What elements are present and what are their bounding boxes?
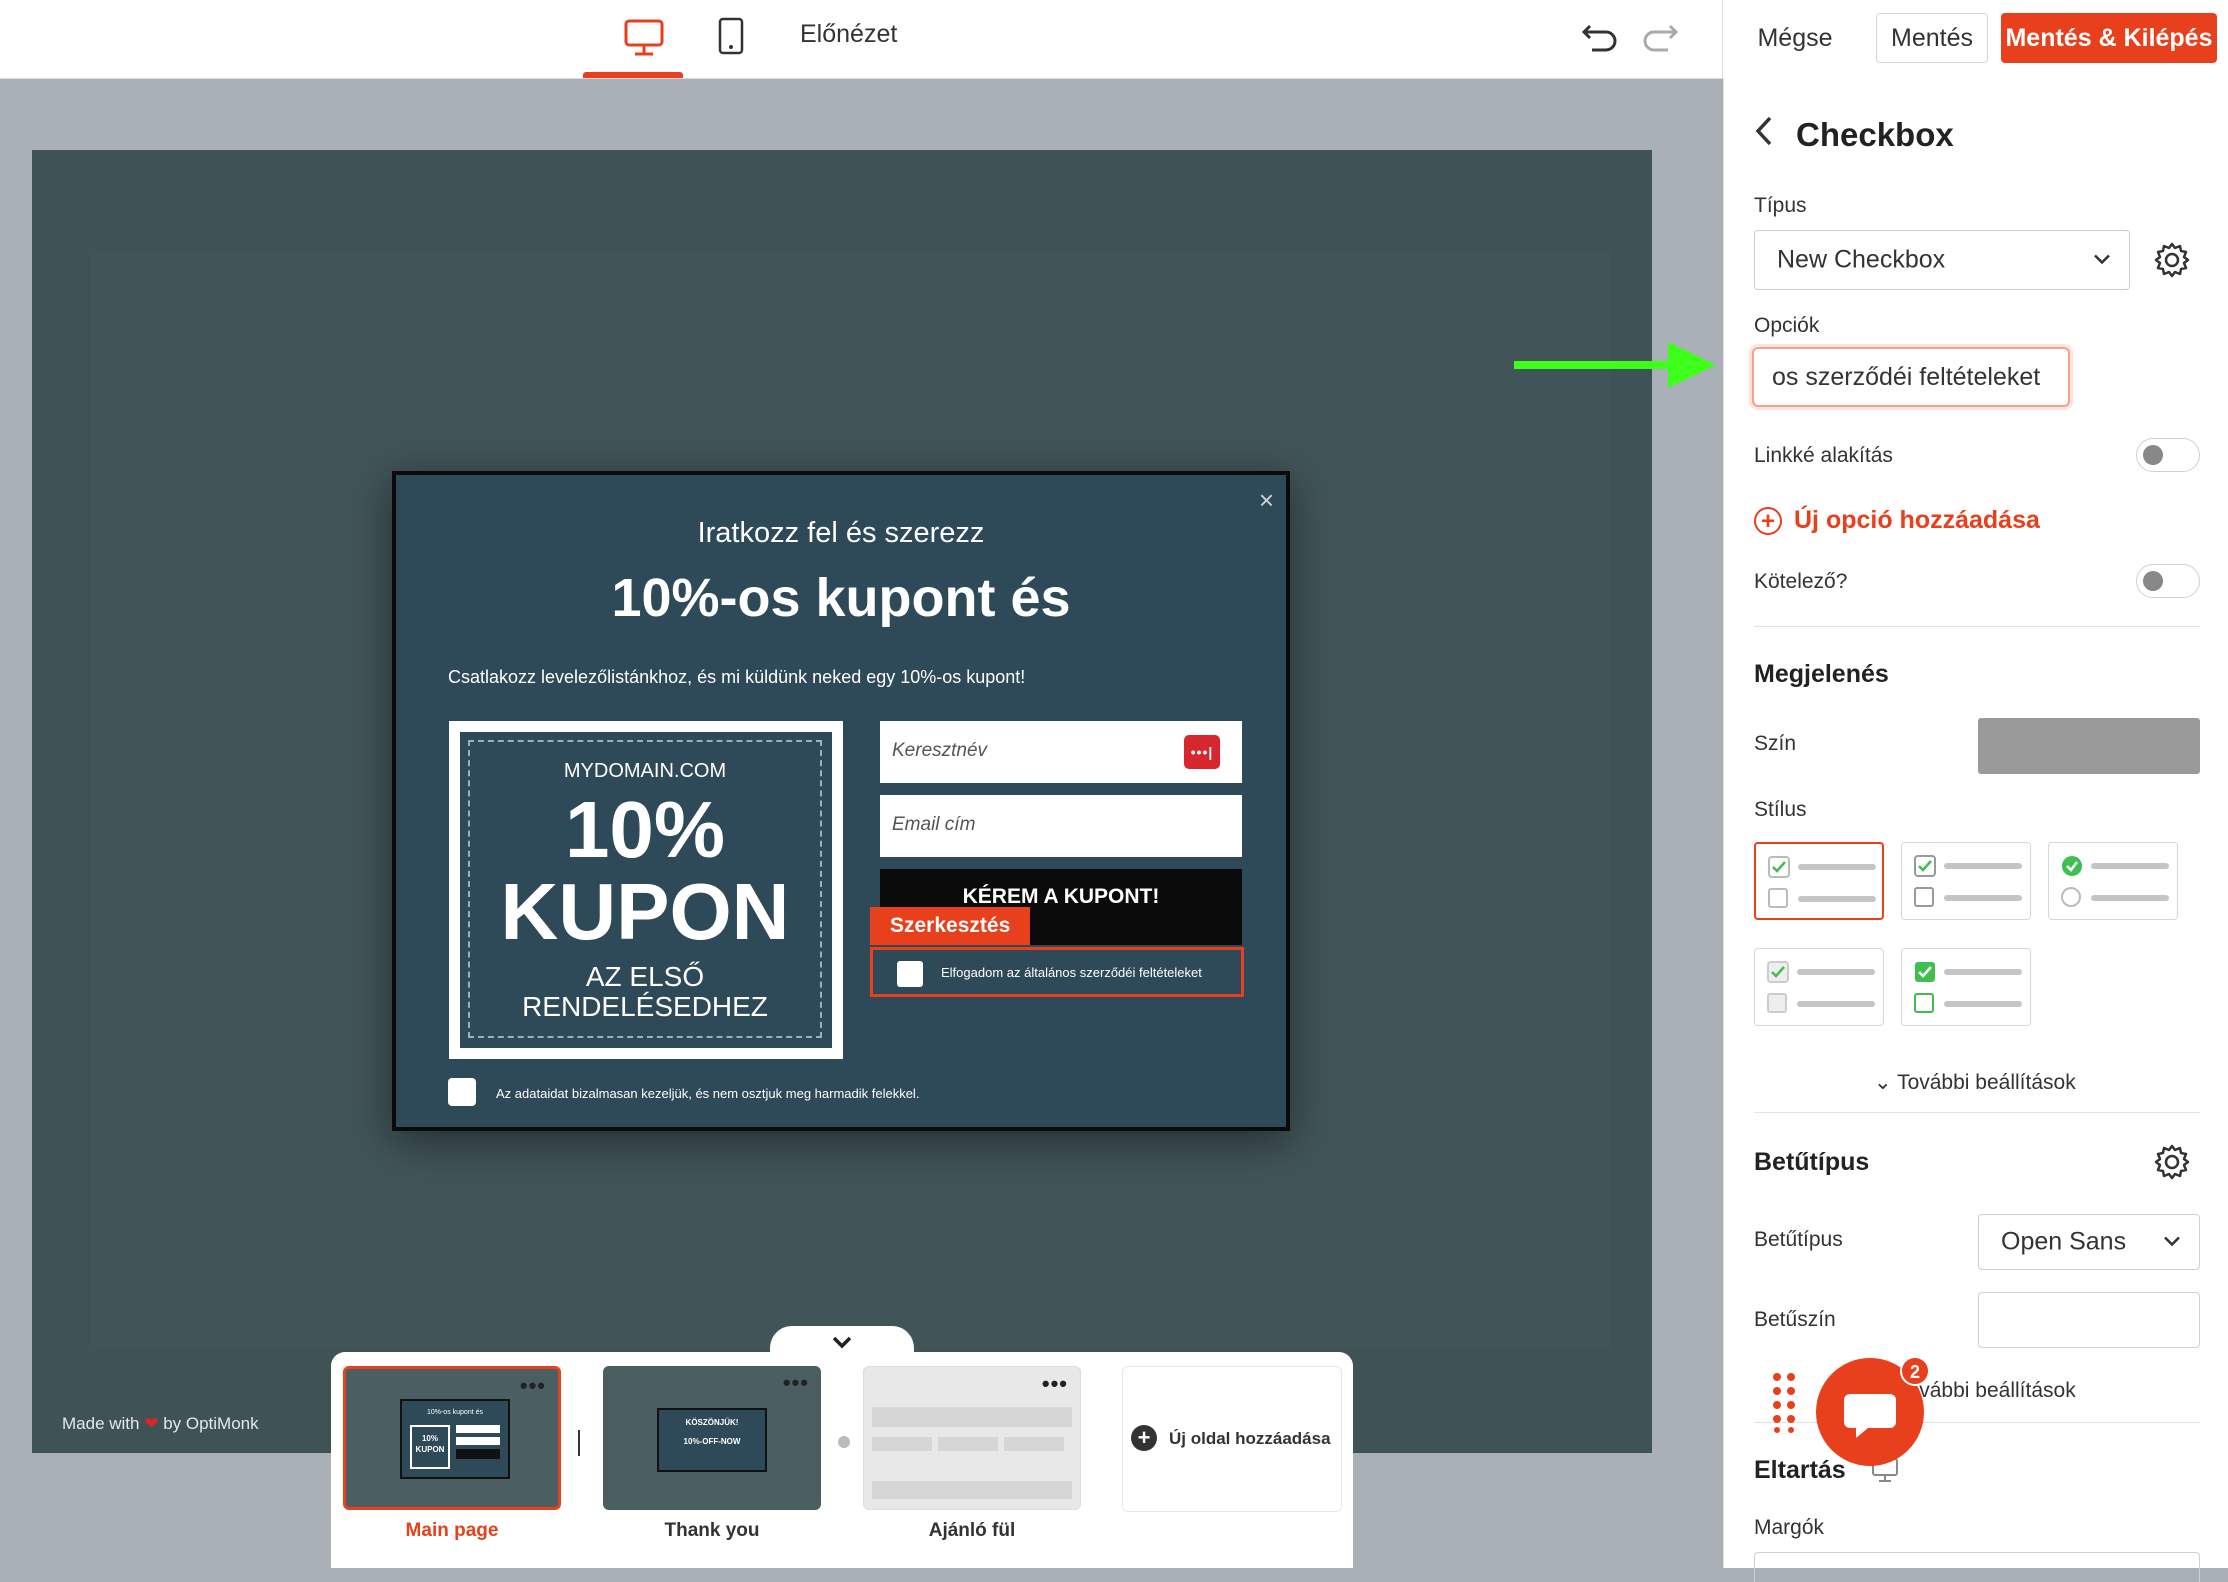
save-exit-button[interactable]: Mentés & Kilépés bbox=[2001, 13, 2217, 63]
checkbox-style-5[interactable] bbox=[1901, 948, 2031, 1026]
active-device-indicator bbox=[583, 72, 683, 78]
popup-description: Csatlakozz levelezőlistánkhoz, és mi kül… bbox=[448, 667, 1026, 687]
plus-circle-icon: + bbox=[1754, 507, 1782, 536]
page-separator bbox=[578, 1430, 580, 1456]
properties-panel: Checkbox Típus New Checkbox Opciók os sz… bbox=[1723, 78, 2228, 1582]
option-input[interactable]: os szerződéi feltételeket bbox=[1752, 347, 2070, 407]
thumb-popup-preview: 10%-os kupont és 10% KUPON bbox=[400, 1399, 510, 1479]
page-label-ajanlo[interactable]: Ajánló fül bbox=[863, 1520, 1081, 1542]
add-page-button[interactable]: + Új oldal hozzáadása bbox=[1122, 1366, 1342, 1512]
first-name-field[interactable]: Keresztnév •••| bbox=[880, 721, 1242, 783]
checked-box-icon bbox=[1768, 856, 1790, 878]
checked-box-icon bbox=[1914, 855, 1936, 877]
save-button[interactable]: Mentés bbox=[1876, 13, 1988, 63]
edit-badge[interactable]: Szerkesztés bbox=[870, 907, 1031, 945]
back-chevron-icon[interactable] bbox=[1754, 114, 1776, 157]
redo-icon[interactable] bbox=[1640, 18, 1680, 59]
page-label-thank-you[interactable]: Thank you bbox=[603, 1520, 821, 1542]
divider bbox=[1754, 626, 2200, 627]
font-color-label: Betűszín bbox=[1754, 1308, 1836, 1331]
email-field[interactable]: Email cím bbox=[880, 795, 1242, 857]
linkify-toggle[interactable] bbox=[2136, 438, 2200, 472]
linkify-label: Linkké alakítás bbox=[1754, 444, 1893, 467]
coupon-percent: 10% bbox=[564, 785, 726, 874]
checkbox-style-2[interactable] bbox=[1901, 842, 2031, 920]
style-label: Stílus bbox=[1754, 798, 1807, 821]
type-select[interactable]: New Checkbox bbox=[1754, 230, 2130, 290]
terms-checkbox[interactable] bbox=[897, 961, 923, 987]
font-label: Betűtípus bbox=[1754, 1228, 1843, 1251]
page-thumb-main[interactable]: ••• 10%-os kupont és 10% KUPON bbox=[343, 1366, 561, 1510]
gear-icon[interactable] bbox=[2152, 240, 2192, 285]
margin-inputs[interactable] bbox=[1754, 1552, 2200, 1582]
coupon-subtext: AZ ELSŐ RENDELÉSEDHEZ bbox=[522, 961, 768, 1022]
more-icon[interactable]: ••• bbox=[783, 1370, 809, 1396]
more-settings-appearance[interactable]: ⌄ További beállítások bbox=[1874, 1070, 2076, 1095]
popup-subtitle: Iratkozz fel és szerezz bbox=[697, 517, 985, 549]
add-option-button[interactable]: + Új opció hozzáadása bbox=[1754, 506, 2040, 536]
color-label: Szín bbox=[1754, 732, 1797, 755]
checked-radio-icon bbox=[2062, 856, 2082, 876]
page-label-main[interactable]: Main page bbox=[343, 1520, 561, 1542]
more-icon[interactable]: ••• bbox=[1042, 1371, 1068, 1397]
page-thumb-ajanlo[interactable]: ••• bbox=[863, 1366, 1081, 1510]
required-toggle[interactable] bbox=[2136, 564, 2200, 598]
annotation-arrow-icon bbox=[1512, 340, 1718, 395]
made-with-credit: Made with ❤ by OptiMonk bbox=[62, 1414, 259, 1433]
cancel-button[interactable]: Mégse bbox=[1735, 13, 1855, 63]
coupon-domain: MYDOMAIN.COM bbox=[563, 760, 727, 782]
checkbox-style-4[interactable] bbox=[1754, 948, 1884, 1026]
privacy-checkbox[interactable] bbox=[448, 1078, 476, 1106]
terms-checkbox-label: Elfogadom az általános szerződéi feltéte… bbox=[941, 965, 1202, 980]
chevron-down-icon bbox=[2163, 1232, 2181, 1253]
top-bar: Előnézet Mégse Mentés Mentés & Kilépés bbox=[0, 0, 2228, 79]
checkbox-style-1[interactable] bbox=[1754, 842, 1884, 920]
type-label: Típus bbox=[1754, 194, 1807, 217]
desktop-icon[interactable] bbox=[622, 18, 666, 63]
drag-handle-icon[interactable] bbox=[1772, 1372, 1796, 1434]
panel-title: Checkbox bbox=[1796, 116, 1954, 153]
close-icon[interactable]: × bbox=[1259, 485, 1274, 516]
preview-button[interactable]: Előnézet bbox=[800, 20, 897, 49]
password-manager-icon[interactable]: •••| bbox=[1184, 735, 1220, 769]
color-swatch[interactable] bbox=[1978, 718, 2200, 774]
page-separator-dot bbox=[838, 1436, 850, 1448]
mobile-icon[interactable] bbox=[716, 16, 746, 61]
more-icon[interactable]: ••• bbox=[520, 1373, 546, 1399]
divider bbox=[1754, 1112, 2200, 1113]
heart-icon: ❤ bbox=[144, 1414, 159, 1433]
undo-icon[interactable] bbox=[1580, 18, 1620, 59]
page-strip: ••• 10%-os kupont és 10% KUPON ••• KÖSZÖN… bbox=[331, 1352, 1353, 1568]
required-label: Kötelező? bbox=[1754, 570, 1848, 593]
plus-icon: + bbox=[1131, 1425, 1157, 1451]
options-label: Opciók bbox=[1754, 314, 1820, 337]
popup-title: 10%-os kupont és bbox=[611, 568, 1071, 628]
coupon-card: MYDOMAIN.COM 10% KUPON AZ ELSŐ RENDELÉSE… bbox=[449, 721, 843, 1059]
gear-icon[interactable] bbox=[2152, 1142, 2192, 1187]
chevron-down-icon: ⌄ bbox=[1874, 1071, 1892, 1094]
chat-notification-badge: 2 bbox=[1900, 1356, 1930, 1386]
privacy-label: Az adataidat bizalmasan kezeljük, és nem… bbox=[496, 1086, 920, 1101]
chevron-down-icon bbox=[2093, 250, 2111, 271]
chevron-down-icon bbox=[832, 1336, 852, 1349]
margins-label: Margók bbox=[1754, 1516, 1825, 1539]
appearance-heading: Megjelenés bbox=[1754, 660, 1889, 688]
coupon-kupon: KUPON bbox=[500, 867, 790, 956]
popup: × Iratkozz fel és szerezz 10%-os kupont … bbox=[392, 471, 1290, 1131]
page-thumb-thank-you[interactable]: ••• KÖSZÖNJÜK! 10%-OFF-NOW bbox=[603, 1366, 821, 1510]
font-heading: Betűtípus bbox=[1754, 1148, 1870, 1176]
font-select[interactable]: Open Sans bbox=[1978, 1214, 2200, 1270]
checked-box-icon bbox=[1767, 961, 1789, 983]
checkbox-style-3[interactable] bbox=[2048, 842, 2178, 920]
checked-box-icon bbox=[1915, 962, 1935, 982]
font-color-input[interactable] bbox=[1978, 1292, 2200, 1348]
topbar-divider bbox=[1722, 0, 1723, 78]
terms-checkbox-row[interactable]: Elfogadom az általános szerződéi feltéte… bbox=[870, 947, 1244, 997]
thumb-popup-preview: KÖSZÖNJÜK! 10%-OFF-NOW bbox=[657, 1408, 767, 1472]
